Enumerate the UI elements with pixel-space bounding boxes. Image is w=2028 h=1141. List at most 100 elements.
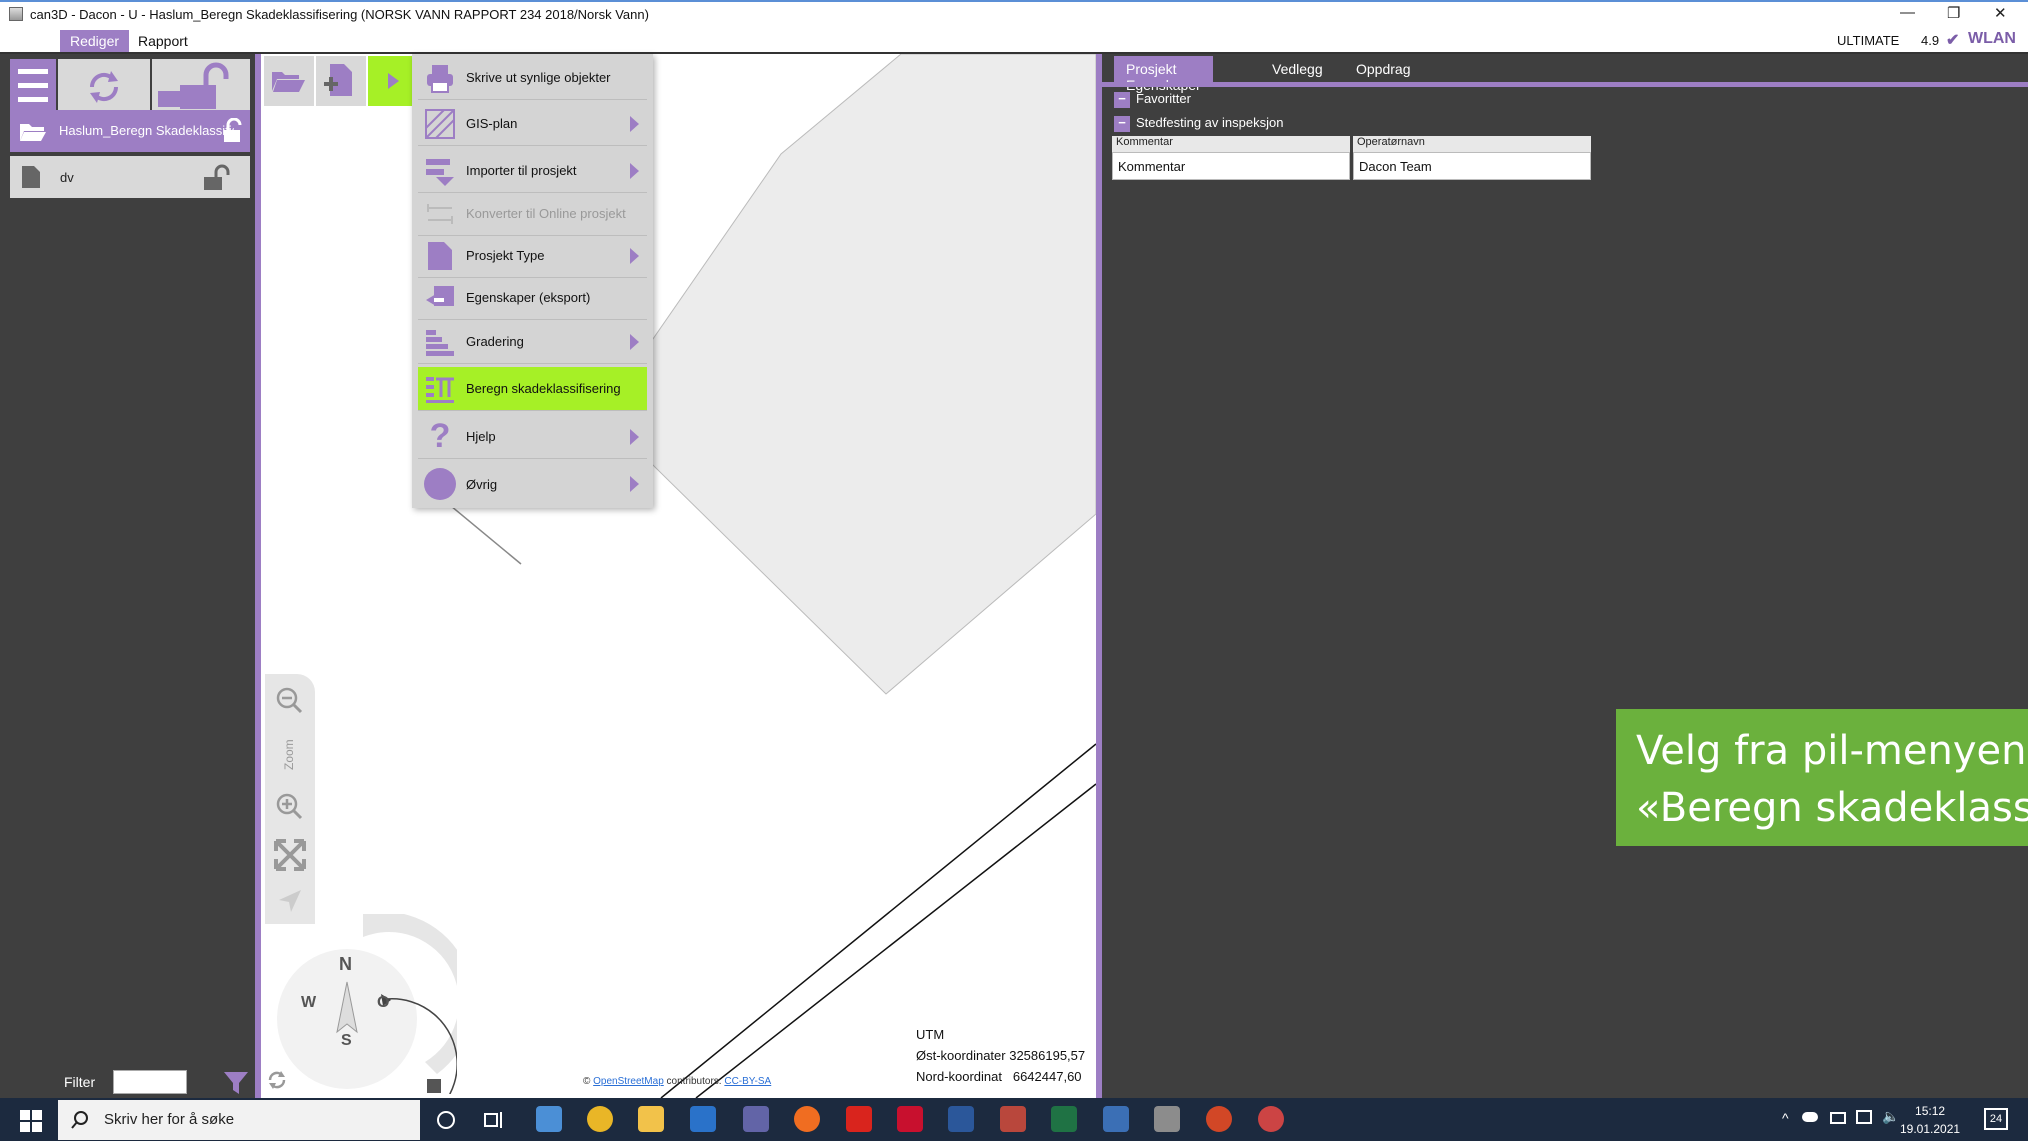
field-label: Operatørnavn [1353,136,1591,152]
version-label: 4.9 [1921,33,1940,48]
arrow-menu-button[interactable] [368,56,418,106]
document-icon [422,238,458,274]
comment-field: Kommentar Kommentar [1112,136,1350,180]
windows-start-icon[interactable] [20,1110,42,1132]
help-icon: ? [429,417,451,455]
calculate-icon [422,371,458,407]
group-favorites[interactable]: − Favoritter [1114,91,1191,108]
onedrive-icon[interactable] [1802,1112,1818,1122]
menu-item-export-properties[interactable]: Egenskaper (eksport) [418,276,647,320]
open-folder-button[interactable] [264,56,314,106]
menu-item-calculate-damage[interactable]: Beregn skadeklassifisering [418,367,647,411]
compass[interactable]: N S W O [277,911,474,1098]
fit-extent-icon[interactable] [273,838,307,872]
books-app-icon[interactable] [1000,1106,1026,1132]
add-document-icon [324,64,352,96]
teams-app-icon[interactable] [743,1106,769,1132]
rotate-reset-icon[interactable] [265,1068,289,1092]
location-arrow-icon[interactable] [275,886,305,916]
menu-item-help[interactable]: ? Hjelp [418,415,647,459]
menu-item-grading[interactable]: Gradering [418,320,647,364]
acrobat-app-icon[interactable] [897,1106,923,1132]
contributors-text: contributors. [666,1076,722,1087]
instruction-callout: Velg fra pil-menyen; «Beregn skadeklassi [1616,709,2028,846]
taskbar-search-box[interactable]: Skriv her for å søke [58,1100,420,1140]
hamburger-menu-button[interactable] [10,59,56,115]
properties-panel: Prosjekt Egenskaper Vedlegg Oppdrag −Fav… [1102,54,2028,1098]
powerpoint-app-icon[interactable] [1206,1106,1232,1132]
battery-icon[interactable] [1830,1112,1846,1124]
callout-line2: «Beregn skadeklassi [1636,785,2028,831]
collapse-icon: − [1114,92,1130,108]
firefox-app-icon[interactable] [794,1106,820,1132]
group-label: Stedfesting av inspeksjon [1136,115,1284,130]
group-inspection-location[interactable]: − Stedfesting av inspeksjon [1114,115,1283,132]
menu-item-convert-online[interactable]: Konverter til Online prosjekt [418,192,647,236]
circle-icon [422,466,458,502]
can3d-app-icon[interactable] [1154,1106,1180,1132]
chrome-app-icon[interactable] [587,1106,613,1132]
word-app-icon[interactable] [948,1106,974,1132]
app-m-icon[interactable] [1103,1106,1129,1132]
license-link[interactable]: CC-BY-SA [724,1076,771,1087]
notification-count: 24 [1989,1113,2003,1125]
tab-assignments[interactable]: Oppdrag [1344,56,1422,82]
restore-button[interactable]: ❐ [1947,4,1960,22]
operator-input[interactable]: Dacon Team [1353,152,1591,180]
comment-input[interactable]: Kommentar [1112,152,1350,180]
tab-rediger[interactable]: Rediger [60,30,130,52]
copyright-symbol: © [583,1076,591,1087]
menu-item-other[interactable]: Øvrig [418,462,647,506]
cortana-icon[interactable] [435,1109,457,1131]
task-view-icon[interactable] [483,1109,505,1131]
excel-app-icon[interactable] [1051,1106,1077,1132]
pdf-app-icon[interactable] [846,1106,872,1132]
submenu-arrow-icon [630,476,639,492]
notification-center-icon[interactable]: 24 [1984,1108,2008,1130]
zoom-out-icon[interactable] [275,686,305,716]
item-row[interactable]: dv [10,156,250,198]
item-name: dv [60,170,74,185]
filter-icon[interactable] [222,1070,250,1096]
edition-label: ULTIMATE [1837,33,1900,48]
compass-south: S [341,1032,352,1049]
taskbar-clock[interactable]: 15:12 19.01.2021 [1900,1102,1960,1138]
field-label: Kommentar [1112,136,1350,152]
search-icon [71,1111,88,1129]
filter-input[interactable] [113,1070,187,1094]
tab-project-properties[interactable]: Prosjekt Egenskaper [1114,56,1213,93]
outlook-app-icon[interactable] [690,1106,716,1132]
add-document-button[interactable] [316,56,366,106]
search-placeholder: Skriv her for å søke [104,1111,235,1128]
osm-link[interactable]: OpenStreetMap [593,1076,664,1087]
project-row[interactable]: Haslum_Beregn Skadeklassifisering [10,110,250,152]
close-button[interactable]: ✕ [1994,4,2007,22]
file-explorer-icon[interactable] [638,1106,664,1132]
title-bar: can3D - Dacon - U - Haslum_Beregn Skadek… [0,0,2028,28]
east-label: Øst-koordinater [916,1048,1006,1063]
app-icon[interactable] [1258,1106,1284,1132]
menu-item-gis-plan[interactable]: GIS-plan [418,102,647,146]
arrow-dropdown-menu: Skrive ut synlige objekter GIS-plan Impo… [412,54,653,508]
volume-icon[interactable]: 🔈 [1882,1108,1899,1125]
open-unlock-button[interactable] [152,59,250,115]
zoom-in-icon[interactable] [275,792,305,822]
menu-item-project-type[interactable]: Prosjekt Type [418,234,647,278]
tab-rapport[interactable]: Rapport [128,30,198,52]
map-view[interactable]: Zoom N S W O UTM Øst-koordinater 3258619… [255,54,1102,1098]
network-icon[interactable] [1856,1110,1872,1124]
menu-item-label: Gradering [466,334,524,349]
calculator-app-icon[interactable] [536,1106,562,1132]
unlock-icon [224,118,242,142]
utm-readout: UTM Øst-koordinater 32586195,57 Nord-koo… [916,1024,1085,1087]
minimize-button[interactable]: — [1900,4,1915,21]
menu-item-import[interactable]: Importer til prosjekt [418,149,647,193]
compass-north: N [339,954,352,974]
tray-chevron-icon[interactable]: ^ [1782,1110,1789,1126]
collapse-icon: − [1114,116,1130,132]
project-panel: Haslum_Beregn Skadeklassifisering dv Fil… [0,54,255,1098]
tab-attachments[interactable]: Vedlegg [1260,56,1335,82]
refresh-button[interactable] [58,59,150,115]
document-icon [22,166,40,188]
menu-item-print[interactable]: Skrive ut synlige objekter [418,56,647,100]
